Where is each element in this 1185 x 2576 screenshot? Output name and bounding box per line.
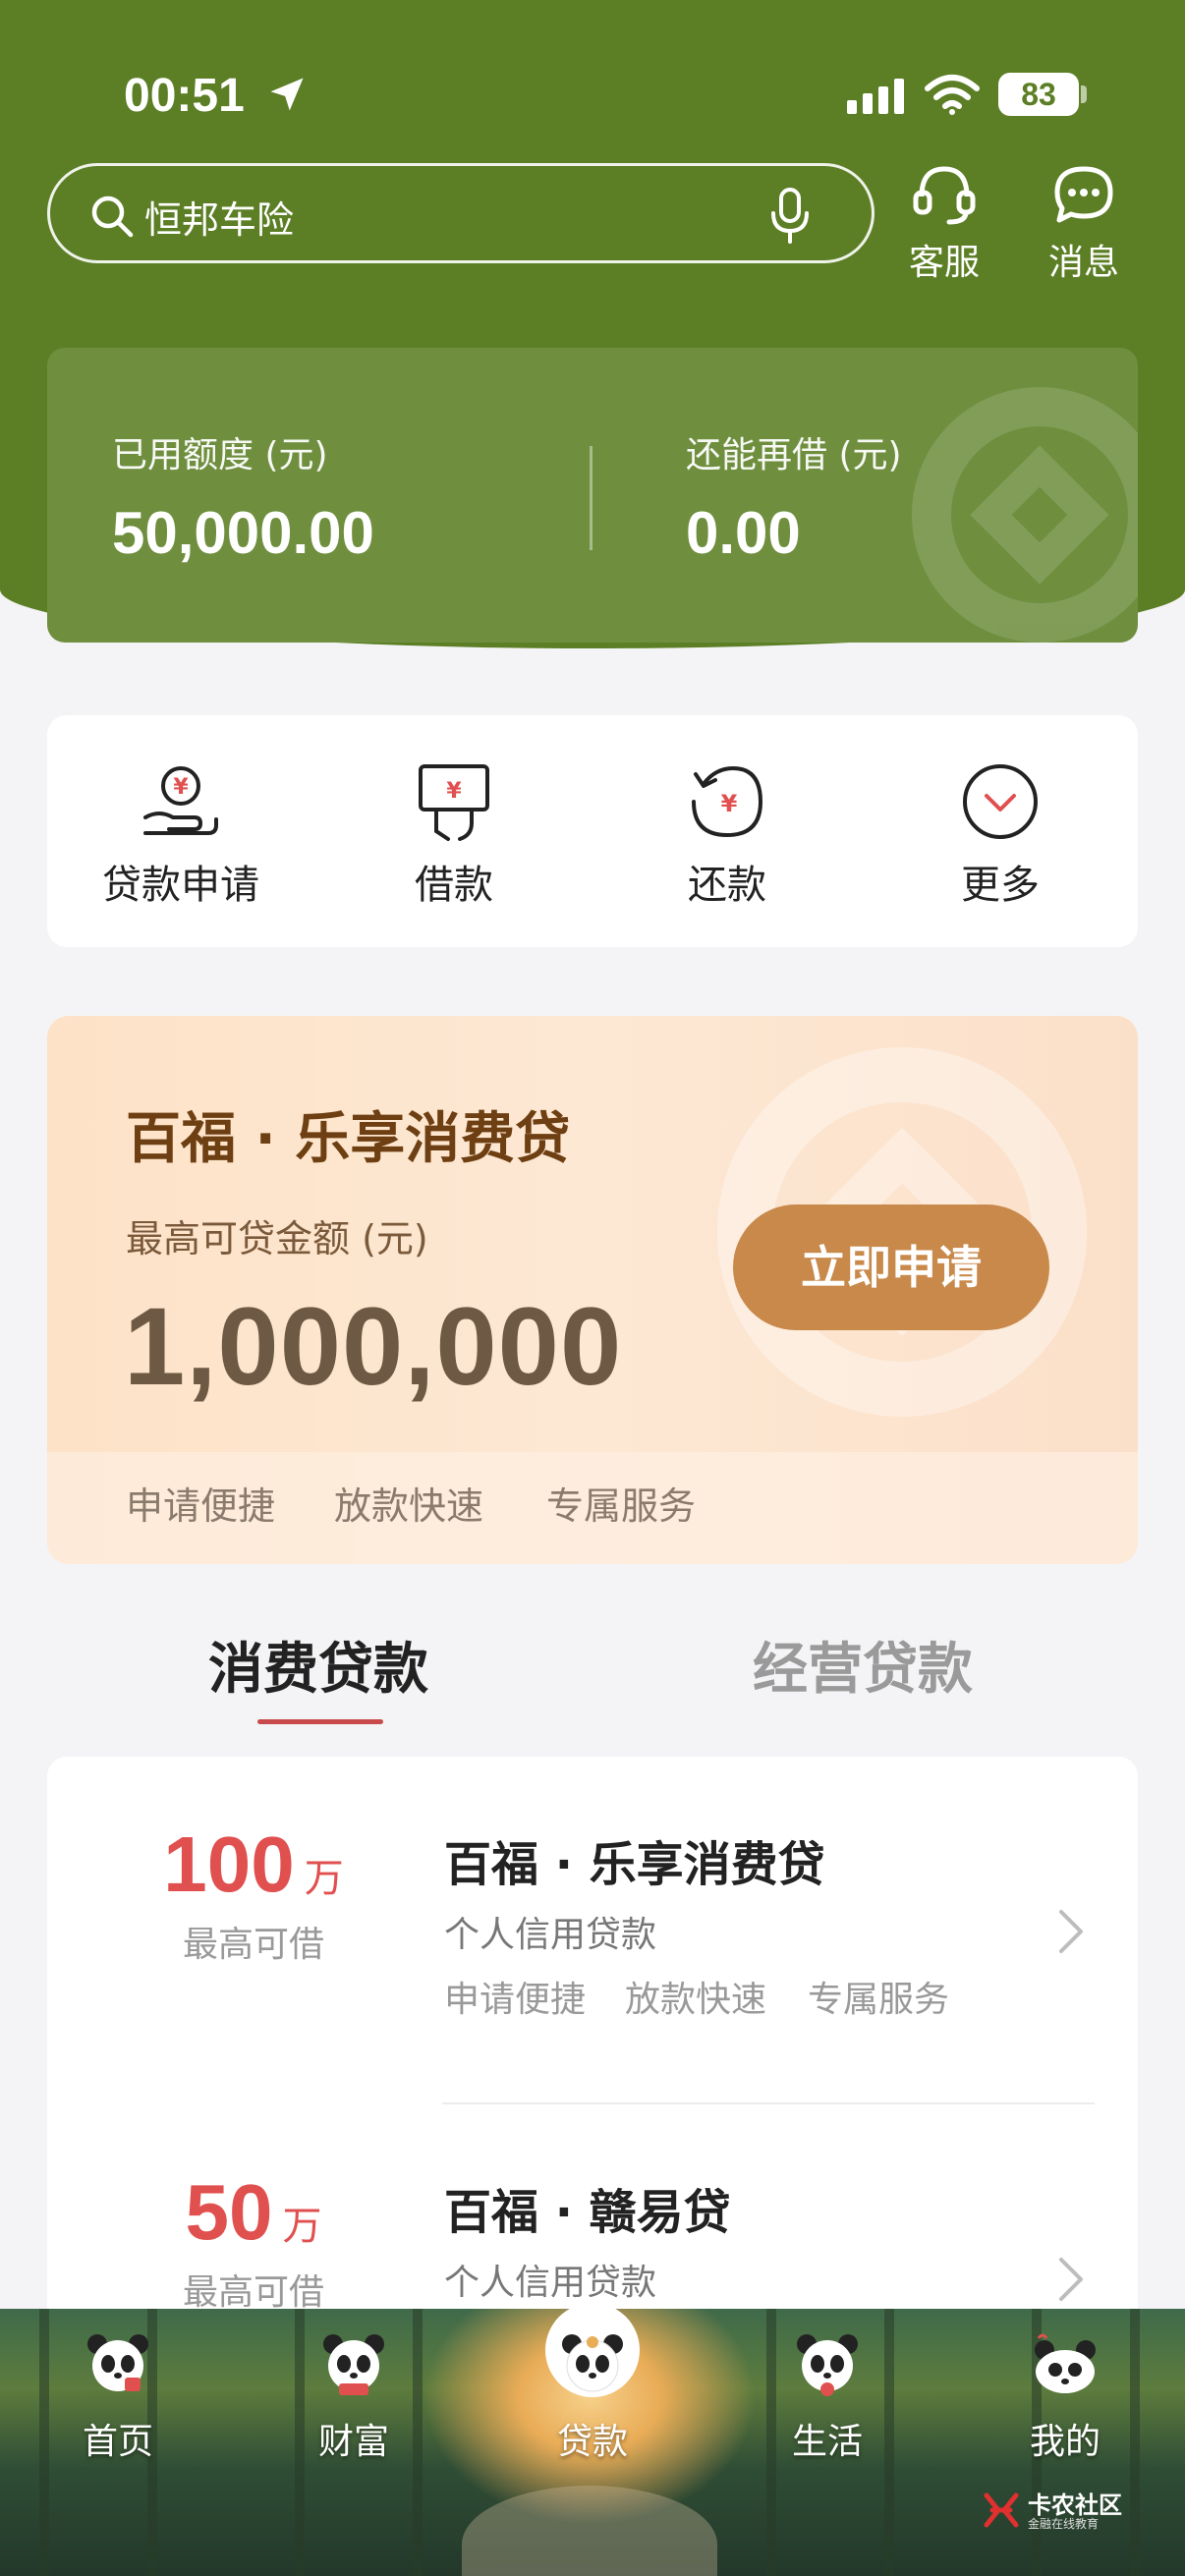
product-type: 个人信用贷款 bbox=[444, 2263, 657, 2303]
more-button[interactable]: 更多 bbox=[892, 760, 1108, 910]
panda-home-icon bbox=[87, 2334, 148, 2391]
repay-button[interactable]: ¥ 还款 bbox=[619, 760, 835, 910]
loan-apply-icon: ¥ bbox=[143, 766, 218, 835]
used-credit-value: 50,000.00 bbox=[112, 500, 374, 566]
amount-label: 最高可借 bbox=[182, 2272, 324, 2313]
available-credit-value: 0.00 bbox=[686, 500, 801, 566]
used-credit: 已用额度 (元) 50,000.00 bbox=[112, 426, 374, 567]
chevron-right-icon bbox=[1059, 1910, 1083, 1953]
max-amount: 100 万 最高可借 bbox=[47, 1820, 460, 1967]
loan-apply-button[interactable]: ¥ 贷款申请 bbox=[73, 760, 289, 910]
battery-indicator: 83 bbox=[998, 73, 1079, 116]
bank-logo-watermark-icon bbox=[912, 387, 1138, 643]
panda-life-icon bbox=[797, 2334, 858, 2396]
battery-cap bbox=[1081, 85, 1087, 103]
used-credit-label: 已用额度 (元) bbox=[112, 435, 328, 476]
customer-service-button[interactable]: 客服 bbox=[890, 163, 998, 283]
tab-mine[interactable]: 我的 bbox=[977, 2328, 1154, 2464]
product-name: 百福 · 乐享消费贷 bbox=[444, 1837, 825, 1892]
tab-home-label: 首页 bbox=[82, 2422, 153, 2462]
panda-mine-icon bbox=[1035, 2333, 1096, 2393]
borrow-label: 借款 bbox=[415, 863, 493, 908]
microphone-icon[interactable] bbox=[769, 188, 811, 245]
amount-label: 最高可借 bbox=[182, 1925, 324, 1965]
promo-subtitle: 最高可贷金额 (元) bbox=[126, 1217, 428, 1260]
tab-home[interactable]: 首页 bbox=[29, 2328, 206, 2464]
community-logo-icon bbox=[984, 2492, 1019, 2528]
promo-tag: 放款快速 bbox=[334, 1484, 484, 1528]
community-watermark: 卡农社区 金融在线教育 bbox=[983, 2486, 1130, 2535]
amount-unit: 万 bbox=[304, 1856, 344, 1901]
credit-divider bbox=[590, 446, 592, 550]
messages-label: 消息 bbox=[1047, 243, 1119, 283]
bottom-tab-bar: 首页 财富 贷款 生活 我的 卡农社区 金融在线教育 bbox=[0, 2309, 1185, 2576]
tab-life-label: 生活 bbox=[791, 2422, 863, 2462]
product-tag: 申请便捷 bbox=[444, 1980, 587, 2020]
customer-service-label: 客服 bbox=[908, 243, 980, 283]
available-credit-label: 还能再借 (元) bbox=[686, 435, 902, 476]
apply-now-button[interactable]: 立即申请 bbox=[733, 1204, 1049, 1330]
wifi-icon bbox=[925, 75, 980, 115]
message-bubble-icon bbox=[1054, 166, 1113, 223]
credit-summary-card: 已用额度 (元) 50,000.00 还能再借 (元) 0.00 bbox=[47, 348, 1138, 643]
quick-actions-panel: ¥ 贷款申请 ¥ 借款 ¥ 还款 更多 bbox=[47, 715, 1138, 947]
status-bar: 00:51 83 bbox=[0, 0, 1185, 147]
tab-life[interactable]: 生活 bbox=[739, 2328, 916, 2464]
promo-banner[interactable]: 百福 · 乐享消费贷 最高可贷金额 (元) 1,000,000 立即申请 申请便… bbox=[47, 1016, 1138, 1564]
panda-wealth-icon bbox=[323, 2334, 384, 2395]
tab-consumer-loans[interactable]: 消费贷款 bbox=[208, 1625, 428, 1705]
watermark-subtitle: 金融在线教育 bbox=[1028, 2517, 1100, 2531]
location-arrow-icon bbox=[270, 78, 304, 111]
product-type: 个人信用贷款 bbox=[444, 1915, 657, 1955]
promo-tag: 申请便捷 bbox=[126, 1484, 276, 1528]
borrow-icon: ¥ bbox=[419, 764, 489, 841]
borrow-button[interactable]: ¥ 借款 bbox=[346, 760, 562, 910]
tab-loans-label: 贷款 bbox=[556, 2422, 628, 2462]
tab-wealth[interactable]: 财富 bbox=[265, 2328, 442, 2464]
repay-label: 还款 bbox=[688, 863, 766, 908]
search-icon bbox=[91, 196, 134, 238]
product-tag: 放款快速 bbox=[625, 1980, 767, 2020]
chevron-down-circle-icon bbox=[963, 764, 1038, 839]
amount-number: 50 bbox=[185, 2168, 273, 2256]
svg-text:¥: ¥ bbox=[173, 775, 189, 800]
repay-icon: ¥ bbox=[692, 765, 763, 838]
messages-button[interactable]: 消息 bbox=[1030, 163, 1138, 283]
promo-tags: 申请便捷 放款快速 专属服务 bbox=[47, 1452, 1138, 1564]
max-amount: 50 万 最高可借 bbox=[47, 2167, 460, 2315]
available-credit: 还能再借 (元) 0.00 bbox=[686, 426, 902, 567]
tab-loans[interactable]: 贷款 bbox=[504, 2328, 681, 2464]
promo-title: 百福 · 乐享消费贷 bbox=[126, 1107, 571, 1171]
product-tag: 专属服务 bbox=[808, 1980, 950, 2020]
promo-amount: 1,000,000 bbox=[124, 1285, 623, 1408]
loan-apply-label: 贷款申请 bbox=[102, 863, 259, 908]
panda-loans-icon bbox=[562, 2334, 623, 2392]
active-tab-indicator bbox=[257, 1719, 383, 1724]
svg-text:¥: ¥ bbox=[446, 779, 462, 804]
tab-mine-label: 我的 bbox=[1029, 2422, 1100, 2462]
more-label: 更多 bbox=[961, 863, 1040, 908]
cellular-signal-icon bbox=[847, 79, 904, 114]
amount-number: 100 bbox=[163, 1820, 295, 1908]
svg-text:¥: ¥ bbox=[721, 790, 738, 817]
product-name: 百福 · 赣易贷 bbox=[444, 2185, 731, 2240]
list-item[interactable]: 100 万 最高可借 百福 · 乐享消费贷 个人信用贷款 申请便捷 放款快速 专属… bbox=[47, 1757, 1138, 2104]
chevron-right-icon bbox=[1059, 2258, 1083, 2301]
status-time: 00:51 bbox=[124, 70, 245, 122]
tab-wealth-label: 财富 bbox=[317, 2422, 389, 2462]
tab-business-loans[interactable]: 经营贷款 bbox=[753, 1625, 973, 1705]
headset-icon bbox=[913, 166, 976, 225]
search-input[interactable]: 恒邦车险 bbox=[47, 163, 875, 263]
promo-tag: 专属服务 bbox=[546, 1484, 697, 1528]
search-text: 恒邦车险 bbox=[144, 198, 295, 242]
amount-unit: 万 bbox=[282, 2204, 322, 2249]
